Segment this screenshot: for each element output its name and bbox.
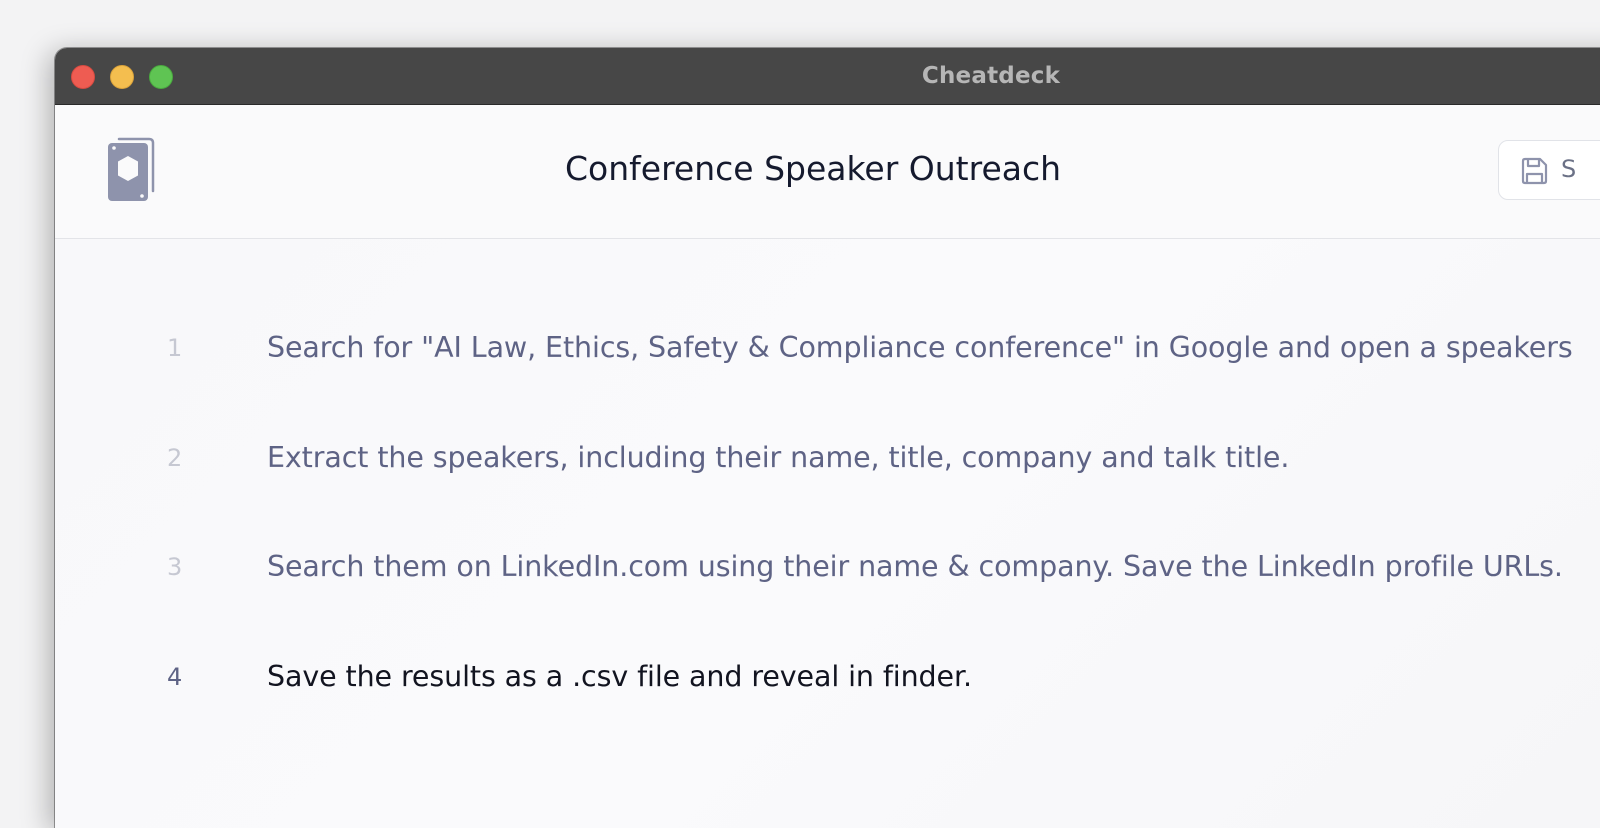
step-number: 2 [167, 444, 183, 472]
step-text[interactable]: Extract the speakers, including their na… [267, 438, 1289, 478]
step-number: 3 [167, 553, 183, 581]
app-window: Cheatdeck Conference Speaker Outreach S … [55, 48, 1600, 828]
step-item[interactable]: 2 Extract the speakers, including their … [55, 438, 1600, 478]
step-text[interactable]: Search for "AI Law, Ethics, Safety & Com… [267, 328, 1573, 368]
title-bar[interactable]: Cheatdeck [55, 48, 1600, 105]
save-button-label: S [1561, 155, 1577, 183]
cheatdeck-logo-icon [108, 137, 155, 201]
step-item-active[interactable]: 4 Save the results as a .csv file and re… [55, 657, 1600, 697]
page-header: Conference Speaker Outreach S [55, 105, 1600, 239]
floppy-disk-icon [1521, 157, 1548, 185]
step-text[interactable]: Save the results as a .csv file and reve… [267, 657, 972, 697]
step-number: 4 [167, 663, 183, 691]
save-button[interactable]: S [1498, 140, 1600, 200]
step-item[interactable]: 3 Search them on LinkedIn.com using thei… [55, 547, 1600, 587]
page-title: Conference Speaker Outreach [565, 149, 1062, 188]
steps-list: 1 Search for "AI Law, Ethics, Safety & C… [55, 239, 1600, 828]
step-text[interactable]: Search them on LinkedIn.com using their … [267, 547, 1563, 587]
step-item[interactable]: 1 Search for "AI Law, Ethics, Safety & C… [55, 328, 1600, 368]
window-title: Cheatdeck [921, 63, 1061, 89]
step-number: 1 [167, 334, 183, 362]
